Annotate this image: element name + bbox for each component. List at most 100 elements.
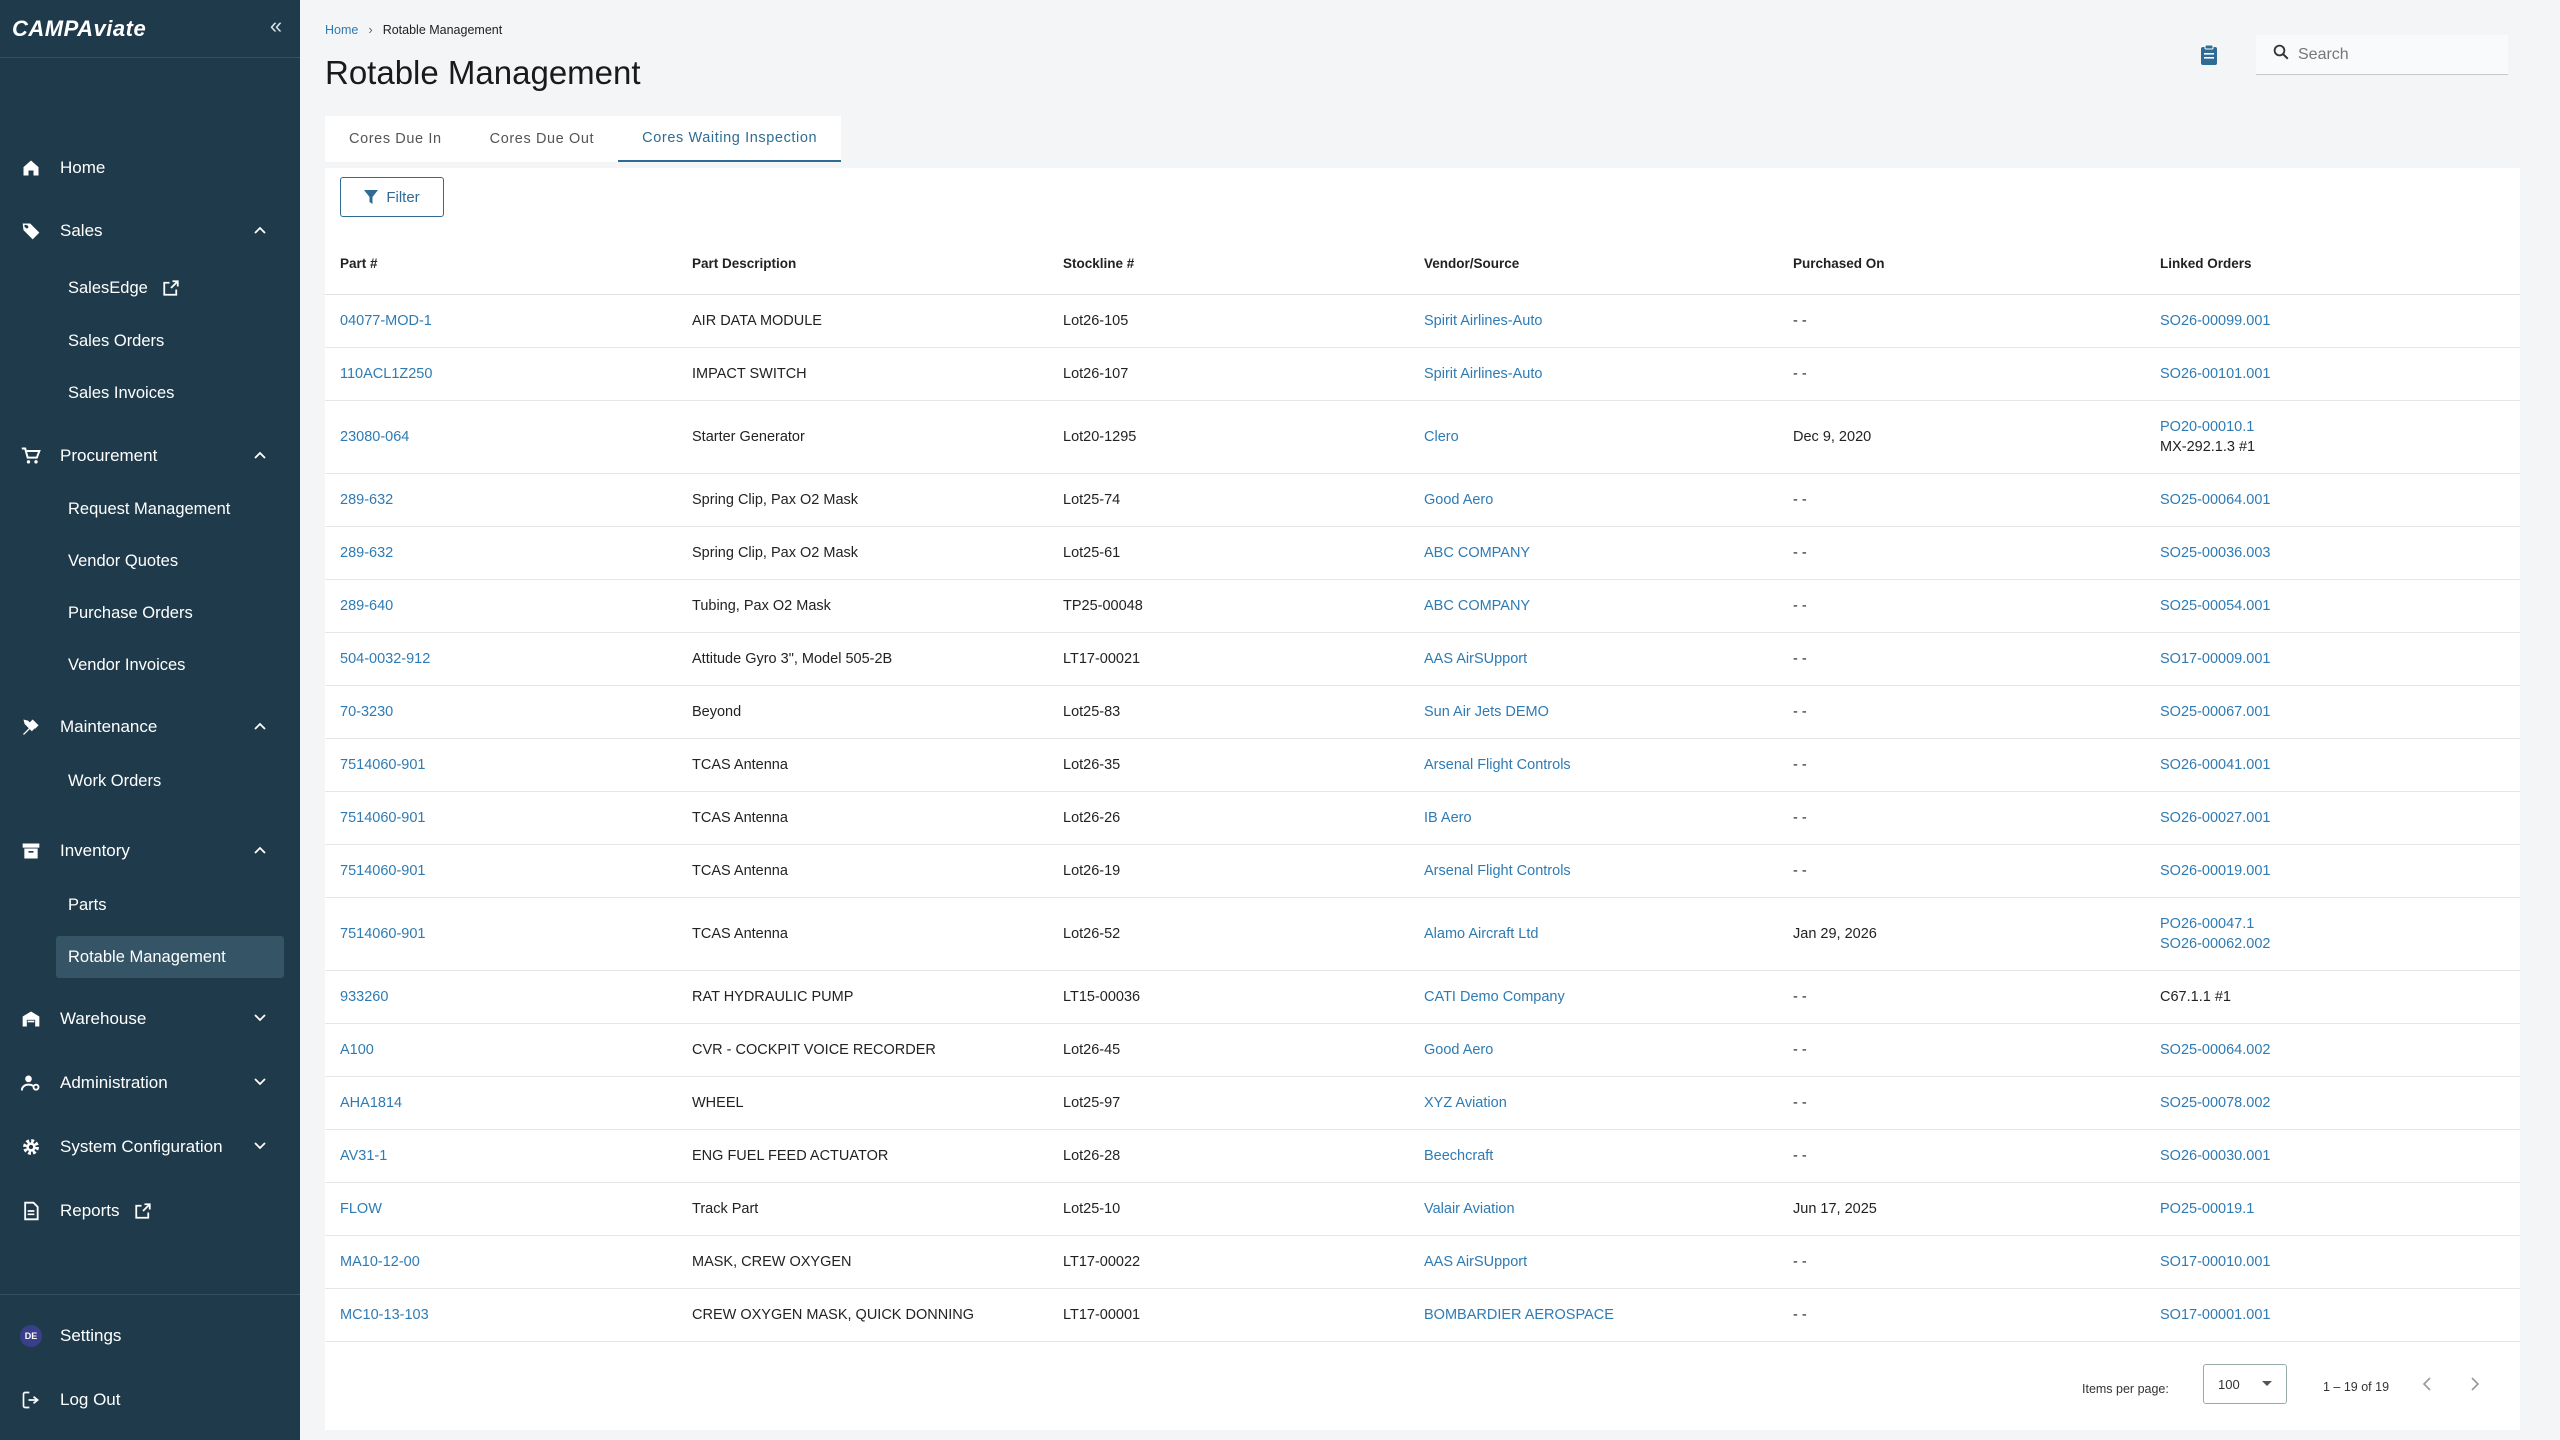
part-number-link[interactable]: MA10-12-00 — [325, 1235, 677, 1289]
table-row[interactable]: 7514060-901 TCAS Antenna Lot26-35 Arsenal F… — [325, 738, 2520, 792]
linked-order-link[interactable]: SO25-00064.001 — [2160, 490, 2520, 510]
vendor-link[interactable]: Spirit Airlines-Auto — [1409, 294, 1778, 348]
column-header-description[interactable]: Part Description — [677, 234, 1048, 295]
linked-order-link[interactable]: SO25-00054.001 — [2160, 596, 2520, 616]
part-number-link[interactable]: AV31-1 — [325, 1129, 677, 1183]
column-header-stockline[interactable]: Stockline # — [1048, 234, 1409, 295]
linked-order-link[interactable]: SO26-00027.001 — [2160, 808, 2520, 828]
linked-order-link[interactable]: SO26-00030.001 — [2160, 1146, 2520, 1166]
chevron-up-icon[interactable] — [250, 220, 270, 240]
search-box[interactable] — [2256, 35, 2508, 75]
table-row[interactable]: 04077-MOD-1 AIR DATA MODULE Lot26-105 Spiri… — [325, 294, 2520, 348]
column-header-part[interactable]: Part # — [325, 234, 677, 295]
linked-order-link[interactable]: SO25-00036.003 — [2160, 543, 2520, 563]
table-row[interactable]: 7514060-901 TCAS Antenna Lot26-19 Arsenal F… — [325, 844, 2520, 898]
sidebar-item-purchase-orders[interactable]: Purchase Orders — [56, 592, 284, 634]
table-row[interactable]: 289-632 Spring Clip, Pax O2 Mask Lot25-74 G… — [325, 473, 2520, 527]
app-logo[interactable]: CAMPAviate — [12, 16, 146, 42]
table-row[interactable]: A100 CVR - COCKPIT VOICE RECORDER Lot26-45… — [325, 1023, 2520, 1077]
sidebar-item-administration[interactable]: Administration — [0, 1061, 300, 1105]
vendor-link[interactable]: ABC COMPANY — [1409, 579, 1778, 633]
tab-cores-waiting-inspection[interactable]: Cores Waiting Inspection — [618, 116, 842, 162]
vendor-link[interactable]: Valair Aviation — [1409, 1182, 1778, 1236]
linked-order-link[interactable]: SO26-00062.002 — [2160, 934, 2520, 954]
page-scrollbar[interactable] — [2548, 0, 2560, 1440]
sidebar-item-request-management[interactable]: Request Management — [56, 488, 284, 530]
chevron-down-icon[interactable] — [250, 1008, 270, 1028]
tab-cores-due-out[interactable]: Cores Due Out — [465, 116, 619, 162]
part-number-link[interactable]: 70-3230 — [325, 685, 677, 739]
linked-order-link[interactable]: PO25-00019.1 — [2160, 1199, 2520, 1219]
table-row[interactable]: 289-640 Tubing, Pax O2 Mask TP25-00048 ABC … — [325, 579, 2520, 633]
sidebar-item-salesedge[interactable]: SalesEdge — [56, 267, 284, 309]
sidebar-item-logout[interactable]: Log Out — [0, 1378, 300, 1422]
sidebar-item-home[interactable]: Home — [0, 146, 300, 190]
search-input[interactable] — [2298, 45, 2498, 64]
linked-order-link[interactable]: PO26-00047.1 — [2160, 914, 2520, 934]
part-number-link[interactable]: 7514060-901 — [325, 738, 677, 792]
part-number-link[interactable]: 289-632 — [325, 526, 677, 580]
linked-order-link[interactable]: SO17-00010.001 — [2160, 1252, 2520, 1272]
sidebar-item-settings[interactable]: DE Settings — [0, 1314, 300, 1358]
linked-order-link[interactable]: SO26-00099.001 — [2160, 311, 2520, 331]
sidebar-item-procurement[interactable]: Procurement — [0, 434, 300, 478]
next-page-icon[interactable] — [2463, 1372, 2487, 1396]
part-number-link[interactable]: A100 — [325, 1023, 677, 1077]
table-row[interactable]: AHA1814 WHEEL Lot25-97 XYZ Aviation - - SO25-… — [325, 1076, 2520, 1130]
table-row[interactable]: FLOW Track Part Lot25-10 Valair Aviation Jun… — [325, 1182, 2520, 1236]
part-number-link[interactable]: AHA1814 — [325, 1076, 677, 1130]
vendor-link[interactable]: IB Aero — [1409, 791, 1778, 845]
part-number-link[interactable]: 289-632 — [325, 473, 677, 527]
chevron-down-icon[interactable] — [250, 1136, 270, 1156]
vendor-link[interactable]: BOMBARDIER AEROSPACE — [1409, 1288, 1778, 1342]
part-number-link[interactable]: 23080-064 — [325, 400, 677, 474]
vendor-link[interactable]: AAS AirSUpport — [1409, 1235, 1778, 1289]
column-header-vendor[interactable]: Vendor/Source — [1409, 234, 1778, 295]
chevron-up-icon[interactable] — [250, 840, 270, 860]
sidebar-item-work-orders[interactable]: Work Orders — [56, 760, 284, 802]
previous-page-icon[interactable] — [2415, 1372, 2439, 1396]
table-row[interactable]: MA10-12-00 MASK, CREW OXYGEN LT17-00022 AAS… — [325, 1235, 2520, 1289]
table-row[interactable]: 7514060-901 TCAS Antenna Lot26-52 Alamo Air… — [325, 897, 2520, 971]
part-number-link[interactable]: MC10-13-103 — [325, 1288, 677, 1342]
vendor-link[interactable]: ABC COMPANY — [1409, 526, 1778, 580]
table-row[interactable]: 23080-064 Starter Generator Lot20-1295 Cler… — [325, 400, 2520, 474]
sidebar-item-system-configuration[interactable]: System Configuration — [0, 1125, 300, 1169]
vendor-link[interactable]: CATI Demo Company — [1409, 970, 1778, 1024]
linked-order-link[interactable]: PO20-00010.1 — [2160, 417, 2520, 437]
table-row[interactable]: 504-0032-912 Attitude Gyro 3", Model 505-… — [325, 632, 2520, 686]
column-header-purchased-on[interactable]: Purchased On — [1778, 234, 2145, 295]
vendor-link[interactable]: Beechcraft — [1409, 1129, 1778, 1183]
sidebar-item-sales-orders[interactable]: Sales Orders — [56, 320, 284, 362]
sidebar-item-vendor-quotes[interactable]: Vendor Quotes — [56, 540, 284, 582]
linked-order-link[interactable]: SO26-00101.001 — [2160, 364, 2520, 384]
linked-order-link[interactable]: SO25-00067.001 — [2160, 702, 2520, 722]
column-header-linked-orders[interactable]: Linked Orders — [2145, 234, 2520, 295]
chevron-up-icon[interactable] — [250, 445, 270, 465]
clipboard-icon[interactable] — [2194, 40, 2224, 70]
vendor-link[interactable]: Arsenal Flight Controls — [1409, 844, 1778, 898]
table-row[interactable]: 110ACL1Z250 IMPACT SWITCH Lot26-107 Spirit … — [325, 347, 2520, 401]
vendor-link[interactable]: XYZ Aviation — [1409, 1076, 1778, 1130]
table-row[interactable]: 7514060-901 TCAS Antenna Lot26-26 IB Aero - … — [325, 791, 2520, 845]
part-number-link[interactable]: 7514060-901 — [325, 844, 677, 898]
table-row[interactable]: 289-632 Spring Clip, Pax O2 Mask Lot25-61 A… — [325, 526, 2520, 580]
part-number-link[interactable]: 504-0032-912 — [325, 632, 677, 686]
chevron-up-icon[interactable] — [250, 716, 270, 736]
part-number-link[interactable]: 7514060-901 — [325, 791, 677, 845]
tab-cores-due-in[interactable]: Cores Due In — [325, 116, 466, 162]
sidebar-item-inventory[interactable]: Inventory — [0, 829, 300, 873]
table-row[interactable]: 933260 RAT HYDRAULIC PUMP LT15-00036 CATI D… — [325, 970, 2520, 1024]
page-size-select[interactable]: 100 — [2203, 1364, 2287, 1404]
sidebar-item-reports[interactable]: Reports — [0, 1189, 300, 1233]
vendor-link[interactable]: Arsenal Flight Controls — [1409, 738, 1778, 792]
part-number-link[interactable]: 7514060-901 — [325, 897, 677, 971]
table-row[interactable]: AV31-1 ENG FUEL FEED ACTUATOR Lot26-28 Beec… — [325, 1129, 2520, 1183]
part-number-link[interactable]: 933260 — [325, 970, 677, 1024]
chevron-down-icon[interactable] — [250, 1072, 270, 1092]
part-number-link[interactable]: 289-640 — [325, 579, 677, 633]
linked-order-link[interactable]: SO25-00064.002 — [2160, 1040, 2520, 1060]
linked-order-link[interactable]: SO25-00078.002 — [2160, 1093, 2520, 1113]
sidebar-item-sales[interactable]: Sales — [0, 209, 300, 253]
linked-order-link[interactable]: SO26-00019.001 — [2160, 861, 2520, 881]
